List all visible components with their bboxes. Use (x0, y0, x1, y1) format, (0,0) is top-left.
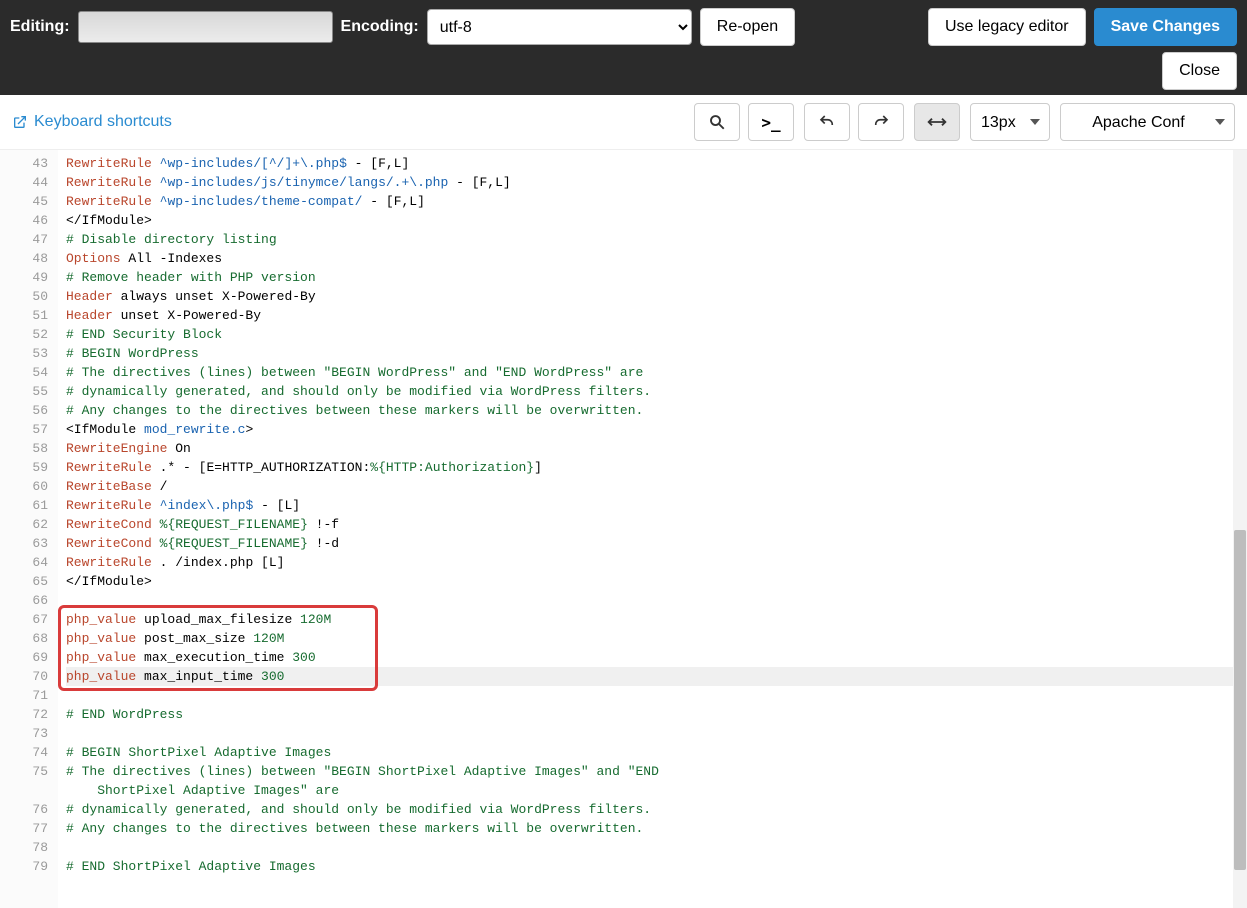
syntax-select[interactable]: Apache Conf (1060, 103, 1235, 141)
wrap-toggle-button[interactable] (914, 103, 960, 141)
code-line[interactable]: <IfModule mod_rewrite.c> (66, 420, 1247, 439)
code-line[interactable]: # BEGIN WordPress (66, 344, 1247, 363)
keyboard-shortcuts-label: Keyboard shortcuts (34, 113, 172, 131)
code-line[interactable]: ShortPixel Adaptive Images" are (66, 781, 1247, 800)
wrap-icon (927, 115, 947, 129)
line-gutter: 4344454647484950515253545556575859606162… (0, 150, 58, 908)
code-line[interactable]: </IfModule> (66, 572, 1247, 591)
code-area[interactable]: RewriteRule ^wp-includes/[^/]+\.php$ - [… (58, 150, 1247, 908)
code-line[interactable]: RewriteRule ^wp-includes/theme-compat/ -… (66, 192, 1247, 211)
redo-button[interactable] (858, 103, 904, 141)
code-line[interactable]: # END WordPress (66, 705, 1247, 724)
code-line[interactable]: # Any changes to the directives between … (66, 401, 1247, 420)
code-line[interactable]: RewriteRule .* - [E=HTTP_AUTHORIZATION:%… (66, 458, 1247, 477)
code-line[interactable]: # The directives (lines) between "BEGIN … (66, 762, 1247, 781)
terminal-icon: >_ (761, 113, 780, 132)
header-bar: Editing: Encoding: utf-8 Re-open Use leg… (0, 0, 1247, 95)
code-line[interactable]: </IfModule> (66, 211, 1247, 230)
code-line[interactable] (66, 724, 1247, 743)
code-line[interactable]: php_value upload_max_filesize 120M (66, 610, 1247, 629)
editing-label: Editing: (10, 18, 70, 36)
legacy-editor-button[interactable]: Use legacy editor (928, 8, 1086, 46)
code-line[interactable]: RewriteRule . /index.php [L] (66, 553, 1247, 572)
code-line[interactable]: RewriteEngine On (66, 439, 1247, 458)
reopen-button[interactable]: Re-open (700, 8, 795, 46)
save-button[interactable]: Save Changes (1094, 8, 1237, 46)
undo-icon (818, 113, 836, 131)
code-line[interactable]: php_value post_max_size 120M (66, 629, 1247, 648)
code-line[interactable]: RewriteRule ^wp-includes/js/tinymce/lang… (66, 173, 1247, 192)
code-line[interactable]: # END Security Block (66, 325, 1247, 344)
keyboard-shortcuts-link[interactable]: Keyboard shortcuts (12, 113, 172, 131)
code-line[interactable]: # Remove header with PHP version (66, 268, 1247, 287)
terminal-button[interactable]: >_ (748, 103, 794, 141)
search-button[interactable] (694, 103, 740, 141)
code-line[interactable]: # dynamically generated, and should only… (66, 382, 1247, 401)
encoding-label: Encoding: (341, 18, 419, 36)
fontsize-select[interactable]: 13px (970, 103, 1050, 141)
editor-toolbar: Keyboard shortcuts >_ (0, 95, 1247, 150)
external-link-icon (12, 114, 28, 130)
code-line[interactable]: Options All -Indexes (66, 249, 1247, 268)
code-line[interactable]: # Any changes to the directives between … (66, 819, 1247, 838)
code-line[interactable] (66, 591, 1247, 610)
code-line[interactable]: # END ShortPixel Adaptive Images (66, 857, 1247, 876)
code-line[interactable]: RewriteCond %{REQUEST_FILENAME} !-d (66, 534, 1247, 553)
scrollbar-thumb[interactable] (1234, 530, 1246, 870)
code-line[interactable]: RewriteRule ^index\.php$ - [L] (66, 496, 1247, 515)
editing-input[interactable] (78, 11, 333, 43)
encoding-select[interactable]: utf-8 (427, 9, 692, 45)
vertical-scrollbar[interactable] (1233, 150, 1247, 908)
code-editor[interactable]: 4344454647484950515253545556575859606162… (0, 150, 1247, 908)
code-line[interactable]: Header always unset X-Powered-By (66, 287, 1247, 306)
code-line[interactable]: RewriteRule ^wp-includes/[^/]+\.php$ - [… (66, 154, 1247, 173)
code-line[interactable]: RewriteCond %{REQUEST_FILENAME} !-f (66, 515, 1247, 534)
undo-button[interactable] (804, 103, 850, 141)
code-line[interactable]: # The directives (lines) between "BEGIN … (66, 363, 1247, 382)
close-button[interactable]: Close (1162, 52, 1237, 90)
code-line[interactable]: # Disable directory listing (66, 230, 1247, 249)
code-line[interactable]: RewriteBase / (66, 477, 1247, 496)
code-line[interactable]: php_value max_execution_time 300 (66, 648, 1247, 667)
redo-icon (872, 113, 890, 131)
search-icon (708, 113, 726, 131)
code-line[interactable] (66, 838, 1247, 857)
code-line[interactable]: # BEGIN ShortPixel Adaptive Images (66, 743, 1247, 762)
code-line[interactable]: Header unset X-Powered-By (66, 306, 1247, 325)
code-line[interactable]: # dynamically generated, and should only… (66, 800, 1247, 819)
code-line[interactable] (66, 686, 1247, 705)
code-line[interactable]: php_value max_input_time 300 (66, 667, 1247, 686)
